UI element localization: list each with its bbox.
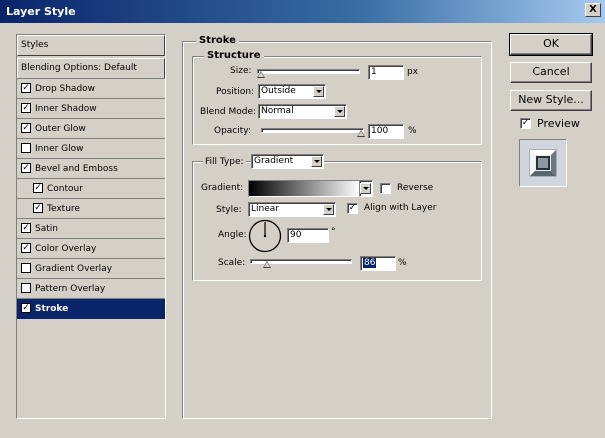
sidebar-item-label: Satin xyxy=(35,224,58,234)
structure-title: Structure xyxy=(204,50,264,61)
chevron-down-icon[interactable] xyxy=(360,183,371,194)
reverse-label: Reverse xyxy=(397,183,434,193)
style-label: Style: xyxy=(216,205,242,215)
sidebar-checkbox[interactable]: ✓ xyxy=(21,163,31,173)
gradient-style-select[interactable]: Linear xyxy=(248,202,336,217)
position-label: Position: xyxy=(216,87,255,97)
sidebar-checkbox[interactable]: ✓ xyxy=(21,123,31,133)
sidebar-checkbox[interactable]: ✓ xyxy=(21,103,31,113)
sidebar-item-blending-options[interactable]: Blending Options: Default xyxy=(17,58,165,79)
sidebar-item-label: Drop Shadow xyxy=(35,84,96,94)
sidebar-item-satin[interactable]: ✓ Satin xyxy=(17,219,165,239)
style-preview-swatch xyxy=(520,140,566,186)
window-title: Layer Style xyxy=(6,5,76,18)
sidebar-item-stroke[interactable]: ✓ Stroke xyxy=(17,299,165,319)
sidebar-checkbox[interactable]: ✓ xyxy=(21,223,31,233)
gradient-swatch[interactable] xyxy=(248,180,360,197)
opacity-slider-thumb[interactable] xyxy=(357,130,365,137)
sidebar-item-pattern-overlay[interactable]: Pattern Overlay xyxy=(17,279,165,299)
check-icon: ✓ xyxy=(521,118,530,128)
fill-type-label: Fill Type: xyxy=(203,157,246,167)
reverse-checkbox[interactable] xyxy=(380,183,391,194)
gradient-style-value: Linear xyxy=(251,204,279,214)
scale-label: Scale: xyxy=(218,258,246,268)
sidebar-item-label: Bevel and Emboss xyxy=(35,164,118,174)
position-select-value: Outside xyxy=(261,86,296,96)
sidebar-item-label: Outer Glow xyxy=(35,124,86,134)
sidebar-item-bevel-and-emboss[interactable]: ✓ Bevel and Emboss xyxy=(17,159,165,179)
angle-dial[interactable] xyxy=(248,219,282,253)
sidebar-item-label: Inner Glow xyxy=(35,144,84,154)
sidebar-item-color-overlay[interactable]: ✓ Color Overlay xyxy=(17,239,165,259)
opacity-label: Opacity: xyxy=(214,126,251,136)
sidebar-item-label: Pattern Overlay xyxy=(35,284,106,294)
sidebar-item-label: Color Overlay xyxy=(35,244,97,254)
sidebar-item-outer-glow[interactable]: ✓ Outer Glow xyxy=(17,119,165,139)
sidebar-checkbox[interactable] xyxy=(21,143,31,153)
blend-mode-select[interactable]: Normal xyxy=(258,104,347,119)
sidebar-item-label: Inner Shadow xyxy=(35,104,97,114)
gradient-dropdown[interactable] xyxy=(359,180,373,197)
scale-slider-thumb[interactable] xyxy=(263,261,271,268)
sidebar-checkbox[interactable] xyxy=(21,283,31,293)
position-select[interactable]: Outside xyxy=(258,84,326,99)
sidebar-item-texture[interactable]: ✓ Texture xyxy=(17,199,165,219)
sidebar-checkbox[interactable]: ✓ xyxy=(21,83,31,93)
cancel-button[interactable]: Cancel xyxy=(510,62,592,83)
scale-unit-label: % xyxy=(398,258,407,268)
align-with-layer-checkbox[interactable]: ✓ xyxy=(347,203,358,214)
size-slider-thumb[interactable] xyxy=(257,71,265,78)
title-bar: Layer Style X xyxy=(0,0,605,23)
opacity-input[interactable]: 100 xyxy=(368,124,404,139)
chevron-down-icon[interactable] xyxy=(313,86,324,97)
sidebar-checkbox[interactable] xyxy=(21,263,31,273)
ok-button[interactable]: OK xyxy=(509,33,593,56)
chevron-down-icon[interactable] xyxy=(334,106,345,117)
sidebar-item-contour[interactable]: ✓ Contour xyxy=(17,179,165,199)
preview-checkbox[interactable]: ✓ xyxy=(520,118,531,129)
size-label: Size: xyxy=(230,66,252,76)
sidebar-item-label: Stroke xyxy=(35,304,69,314)
sidebar-item-inner-glow[interactable]: Inner Glow xyxy=(17,139,165,159)
size-unit-label: px xyxy=(407,67,419,77)
sidebar-checkbox[interactable]: ✓ xyxy=(33,203,43,213)
size-slider-track[interactable] xyxy=(257,69,360,74)
angle-input[interactable]: 90 xyxy=(287,228,329,243)
angle-label: Angle: xyxy=(218,230,247,240)
align-with-layer-label: Align with Layer xyxy=(364,203,437,213)
style-preview-box xyxy=(519,139,567,187)
sidebar-item-label: Gradient Overlay xyxy=(35,264,113,274)
check-icon: ✓ xyxy=(348,203,357,213)
sidebar-item-label: Texture xyxy=(47,204,80,214)
fill-type-select-value: Gradient xyxy=(254,156,294,166)
sidebar-checkbox[interactable]: ✓ xyxy=(21,243,31,253)
new-style-button[interactable]: New Style... xyxy=(510,90,592,111)
fill-type-select[interactable]: Gradient xyxy=(251,154,324,169)
angle-unit-label: ° xyxy=(331,227,336,237)
blend-mode-select-value: Normal xyxy=(261,106,294,116)
sidebar-checkbox[interactable]: ✓ xyxy=(33,183,43,193)
blend-mode-label: Blend Mode: xyxy=(200,107,257,117)
chevron-down-icon[interactable] xyxy=(323,204,334,215)
sidebar-header-styles[interactable]: Styles xyxy=(17,35,165,56)
preview-label: Preview xyxy=(537,117,580,130)
sidebar-item-label: Contour xyxy=(47,184,83,194)
sidebar-item-inner-shadow[interactable]: ✓ Inner Shadow xyxy=(17,99,165,119)
sidebar-item-drop-shadow[interactable]: ✓ Drop Shadow xyxy=(17,79,165,99)
scale-input-value: 86 xyxy=(363,258,377,268)
sidebar-checkbox[interactable]: ✓ xyxy=(21,303,31,313)
size-input[interactable]: 1 xyxy=(368,65,404,80)
close-button[interactable]: X xyxy=(585,3,601,17)
scale-input[interactable]: 86 xyxy=(360,256,396,271)
stroke-section-title: Stroke xyxy=(196,35,239,46)
opacity-unit-label: % xyxy=(408,126,417,136)
opacity-slider-track[interactable] xyxy=(261,128,364,133)
gradient-label: Gradient: xyxy=(201,183,244,193)
chevron-down-icon[interactable] xyxy=(311,156,322,167)
sidebar-item-gradient-overlay[interactable]: Gradient Overlay xyxy=(17,259,165,279)
